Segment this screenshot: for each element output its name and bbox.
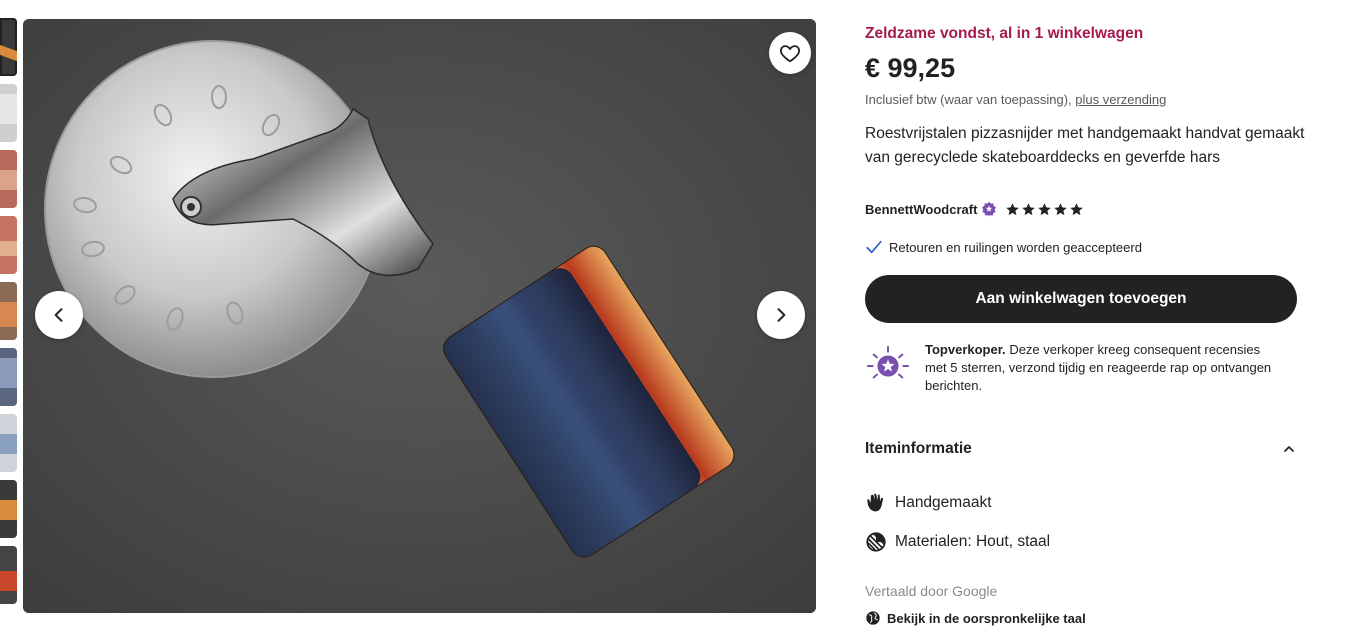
pizza-cutter-photo [23,19,816,613]
vat-text: Inclusief btw (waar van toepassing), [865,92,1072,107]
thumbnail-5[interactable] [0,282,17,340]
returns-text: Retouren en ruilingen worden geaccepteer… [889,239,1142,255]
next-image-button[interactable] [757,291,805,339]
thumbnail-9[interactable] [0,546,17,604]
rare-find-notice: Zeldzame vondst, al in 1 winkelwagen [865,25,1144,42]
feature-materials: Materialen: Hout, staal [865,531,1050,553]
thumbnail-6[interactable] [0,348,17,406]
previous-image-button[interactable] [35,291,83,339]
rating-stars [1005,202,1084,217]
thumbnail-strip [0,18,18,618]
thumbnail-4[interactable] [0,216,17,274]
materials-icon [866,532,886,552]
seller-row: BennettWoodcraft [865,201,1084,217]
star-seller-badge-icon [982,201,997,217]
thumbnail-7[interactable] [0,414,17,472]
thumbnail-1[interactable] [0,18,17,76]
translated-by-notice: Vertaald door Google [865,583,998,599]
favorite-button[interactable] [769,32,811,74]
chevron-left-icon [54,308,63,322]
view-original-language-link[interactable]: Bekijk in de oorspronkelijke taal [865,610,1086,626]
top-seller-badge-icon [866,345,910,379]
heart-icon [779,45,801,63]
returns-notice: Retouren en ruilingen worden geaccepteer… [865,238,1142,256]
star-icon [1006,202,1020,215]
star-icon [1038,202,1052,215]
seller-name[interactable]: BennettWoodcraft [865,202,977,217]
listing-title: Roestvrijstalen pizzasnijder met handgem… [865,125,1305,166]
star-icon [1070,202,1084,215]
vat-notice: Inclusief btw (waar van toepassing), plu… [865,92,1166,107]
feature-handmade-label: Handgemaakt [895,494,992,511]
item-info-title: Iteminformatie [865,440,972,457]
top-seller-text: Topverkoper. Deze verkoper kreeg consequ… [925,341,1285,395]
star-icon [1054,202,1068,215]
check-icon [866,240,882,254]
thumbnail-2[interactable] [0,84,17,142]
top-seller-block: Topverkoper. Deze verkoper kreeg consequ… [865,341,1305,395]
add-to-cart-button[interactable]: Aan winkelwagen toevoegen [865,275,1297,323]
top-seller-label: Topverkoper. [925,342,1006,357]
globe-icon [866,611,880,625]
shipping-link[interactable]: plus verzending [1075,92,1166,107]
item-info-toggle[interactable]: Iteminformatie [865,440,1297,458]
thumbnail-8[interactable] [0,480,17,538]
main-product-image [23,19,816,613]
chevron-right-icon [777,308,786,322]
price: € 99,25 [865,53,956,83]
hand-icon [867,493,884,512]
feature-materials-label: Materialen: Hout, staal [895,533,1051,550]
star-icon [1022,202,1036,215]
chevron-up-icon [1284,446,1294,452]
thumbnail-3[interactable] [0,150,17,208]
feature-handmade: Handgemaakt [865,492,992,514]
view-original-label: Bekijk in de oorspronkelijke taal [887,610,1086,626]
